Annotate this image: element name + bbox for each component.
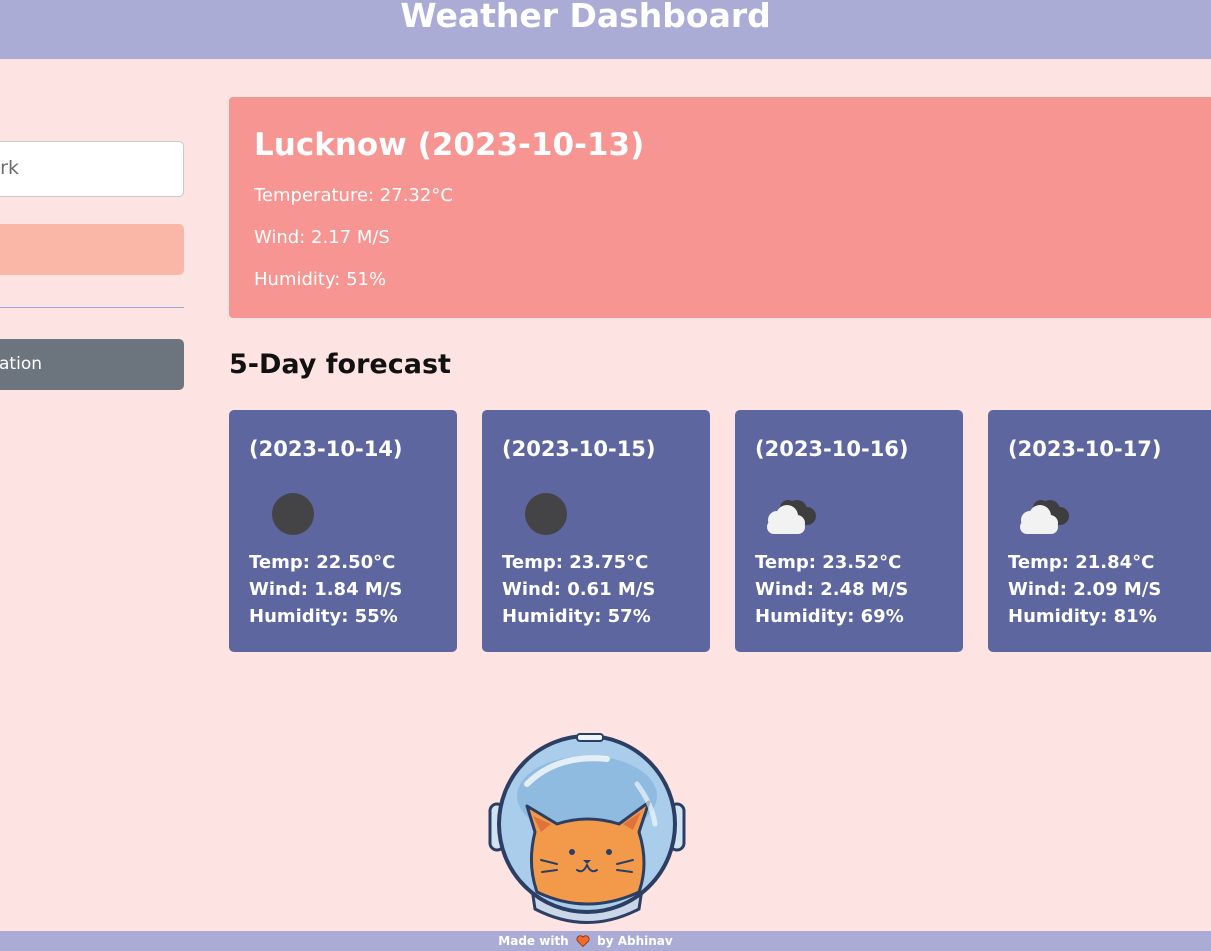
header: Weather Dashboard (0, 0, 1211, 59)
footer-made-with: Made with (498, 934, 569, 948)
forecast-date: (2023-10-15) (502, 437, 656, 461)
forecast-wind: Wind: 1.84 M/S (249, 579, 403, 600)
moon-icon (525, 493, 567, 535)
forecast-temp: Temp: 21.84°C (1008, 552, 1155, 573)
current-humidity: Humidity: 51% (254, 269, 387, 290)
moon-icon (272, 493, 314, 535)
location-button-label: ation (0, 354, 42, 374)
forecast-humidity: Humidity: 81% (1008, 606, 1157, 627)
current-temperature: Temperature: 27.32°C (254, 185, 453, 206)
forecast-wind: Wind: 2.09 M/S (1008, 579, 1162, 600)
footer-author: by Abhinav (597, 934, 673, 948)
current-weather-card: Lucknow (2023-10-13) Temperature: 27.32°… (229, 97, 1211, 318)
clouds-icon (1020, 500, 1069, 534)
forecast-wind: Wind: 2.48 M/S (755, 579, 909, 600)
forecast-card: (2023-10-16) Temp: 23.52°C Wind: 2.48 M/… (735, 410, 963, 652)
search-button[interactable] (0, 224, 184, 275)
footer: Made with by Abhinav (0, 931, 1211, 951)
heart-icon (576, 935, 590, 947)
sidebar-divider (0, 307, 184, 308)
forecast-date: (2023-10-14) (249, 437, 403, 461)
forecast-card: (2023-10-15) Temp: 23.75°C Wind: 0.61 M/… (482, 410, 710, 652)
forecast-temp: Temp: 22.50°C (249, 552, 396, 573)
page: Weather Dashboard ork ation Lucknow (202… (0, 0, 1211, 951)
current-wind: Wind: 2.17 M/S (254, 227, 390, 248)
forecast-humidity: Humidity: 57% (502, 606, 651, 627)
forecast-card: (2023-10-17) Temp: 21.84°C Wind: 2.09 M/… (988, 410, 1211, 652)
forecast-date: (2023-10-17) (1008, 437, 1162, 461)
footer-credit: Made with by Abhinav (0, 933, 1171, 949)
forecast-date: (2023-10-16) (755, 437, 909, 461)
forecast-humidity: Humidity: 69% (755, 606, 904, 627)
search-input-value: ork (0, 157, 19, 179)
forecast-card: (2023-10-14) Temp: 22.50°C Wind: 1.84 M/… (229, 410, 457, 652)
clouds-icon (767, 500, 816, 534)
current-city-title: Lucknow (2023-10-13) (254, 127, 645, 163)
current-location-button[interactable]: ation (0, 339, 184, 390)
forecast-wind: Wind: 0.61 M/S (502, 579, 656, 600)
astronaut-cat-illustration (488, 733, 686, 924)
page-title: Weather Dashboard (400, 0, 771, 35)
city-search-input[interactable]: ork (0, 141, 184, 197)
forecast-humidity: Humidity: 55% (249, 606, 398, 627)
forecast-temp: Temp: 23.52°C (755, 552, 902, 573)
forecast-heading: 5-Day forecast (229, 349, 451, 380)
forecast-temp: Temp: 23.75°C (502, 552, 649, 573)
